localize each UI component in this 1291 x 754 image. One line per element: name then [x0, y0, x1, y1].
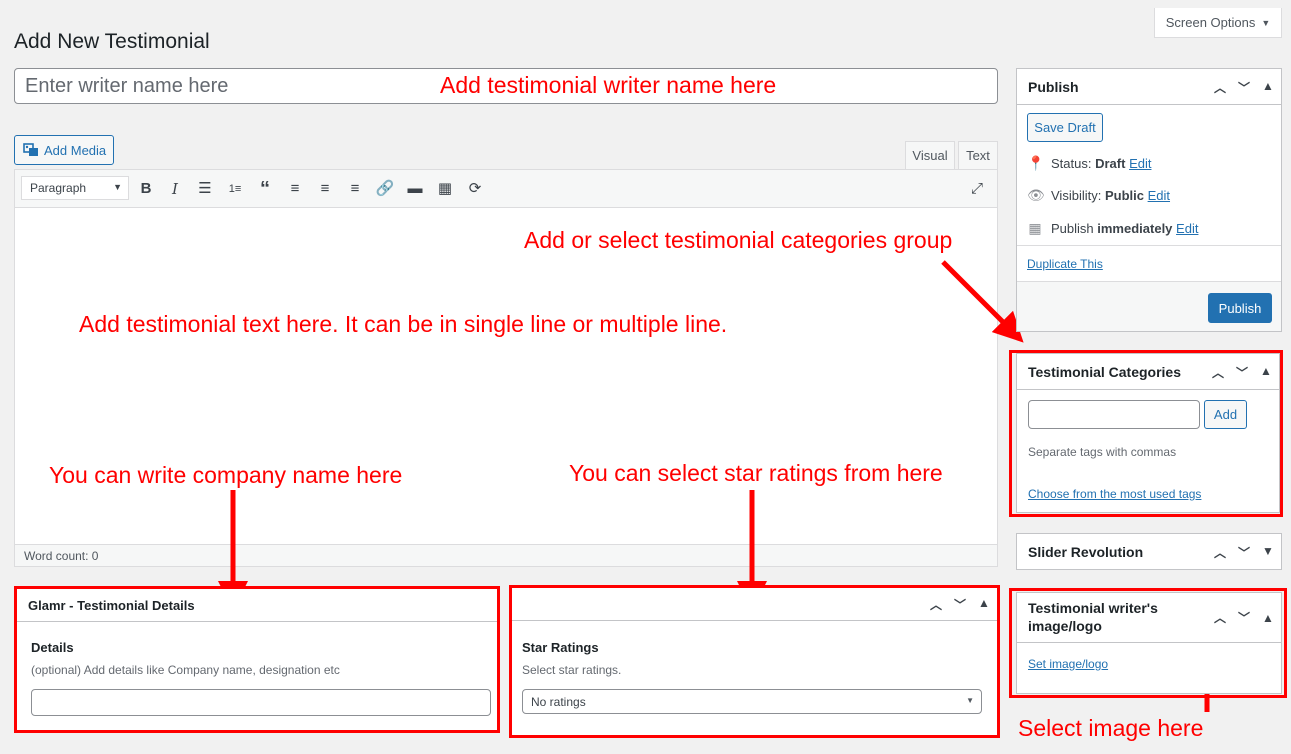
eye-icon: 👁	[1027, 187, 1045, 203]
collapse-toggle-icon[interactable]: ▲	[1261, 79, 1275, 96]
chevron-down-icon[interactable]: ﹀	[1237, 609, 1251, 627]
visibility-value: Public	[1104, 188, 1144, 203]
chevron-up-icon[interactable]: ︿	[1213, 79, 1227, 96]
publish-box-title: Publish	[1028, 78, 1079, 95]
chevron-up-icon[interactable]: ︿	[929, 596, 943, 613]
choose-tags-link[interactable]: Choose from the most used tags	[1028, 487, 1201, 501]
schedule-row: ▦ Publish immediately Edit	[1027, 220, 1198, 237]
image-logo-title-line2: image/logo	[1028, 618, 1102, 634]
collapse-toggle-icon[interactable]: ▲	[977, 596, 991, 613]
chevron-up-icon[interactable]: ︿	[1213, 609, 1227, 627]
ratings-help: Select star ratings.	[522, 663, 622, 677]
status-value: Draft	[1095, 156, 1126, 171]
details-label: Details	[31, 640, 74, 655]
chevron-down-icon[interactable]: ﹀	[1235, 364, 1249, 381]
publish-actions: Publish	[1017, 281, 1281, 331]
ratings-select[interactable]: No ratings ▼	[522, 689, 982, 714]
calendar-icon: ▦	[1028, 220, 1042, 236]
image-logo-title-line1: Testimonial writer's	[1028, 600, 1158, 616]
publish-box-header: Publish ︿ ﹀ ▲	[1017, 69, 1281, 105]
collapse-toggle-icon[interactable]: ▲	[1259, 364, 1273, 381]
save-draft-button[interactable]: Save Draft	[1027, 113, 1103, 142]
slider-revolution-header[interactable]: Slider Revolution ︿ ﹀ ▼	[1017, 534, 1281, 569]
ratings-select-value: No ratings	[531, 695, 586, 709]
categories-box: Testimonial Categories ︿ ﹀ ▲ Add Separat…	[1016, 353, 1280, 513]
status-label: Status:	[1051, 156, 1092, 171]
status-row: 📍 Status: Draft Edit	[1027, 155, 1151, 172]
categories-box-header: Testimonial Categories ︿ ﹀ ▲	[1017, 354, 1279, 390]
collapse-toggle-icon[interactable]: ▲	[1261, 609, 1275, 627]
schedule-edit-link[interactable]: Edit	[1176, 221, 1198, 236]
ratings-box-header: ︿ ﹀ ▲	[512, 588, 997, 621]
visibility-label: Visibility:	[1051, 188, 1102, 203]
slider-revolution-box: Slider Revolution ︿ ﹀ ▼	[1016, 533, 1282, 570]
set-image-link[interactable]: Set image/logo	[1028, 657, 1108, 671]
details-box-header: Glamr - Testimonial Details	[17, 589, 497, 622]
publish-label: Publish	[1051, 221, 1094, 236]
divider	[1017, 245, 1281, 246]
publish-button[interactable]: Publish	[1208, 293, 1272, 323]
new-category-input[interactable]	[1028, 400, 1200, 429]
publish-value: immediately	[1097, 221, 1173, 236]
details-help: (optional) Add details like Company name…	[31, 663, 340, 677]
expand-toggle-icon[interactable]: ▼	[1261, 544, 1275, 561]
details-input[interactable]	[31, 689, 491, 716]
chevron-down-icon[interactable]: ﹀	[953, 596, 967, 613]
categories-box-title: Testimonial Categories	[1028, 363, 1182, 380]
add-category-button[interactable]: Add	[1204, 400, 1247, 429]
visibility-edit-link[interactable]: Edit	[1148, 188, 1170, 203]
status-edit-link[interactable]: Edit	[1129, 156, 1151, 171]
categories-help: Separate tags with commas	[1028, 445, 1177, 459]
ratings-box: ︿ ﹀ ▲ Star Ratings Select star ratings. …	[512, 588, 997, 735]
image-logo-box: Testimonial writer's image/logo ︿ ﹀ ▲ Se…	[1016, 592, 1282, 694]
details-box: Glamr - Testimonial Details Details (opt…	[17, 589, 497, 730]
publish-box: Publish ︿ ﹀ ▲ Save Draft 📍 Status: Draft…	[1016, 68, 1282, 332]
slider-revolution-title: Slider Revolution	[1028, 543, 1144, 560]
pin-icon: 📍	[1027, 155, 1045, 171]
chevron-down-icon[interactable]: ﹀	[1237, 79, 1251, 96]
visibility-row: 👁 Visibility: Public Edit	[1027, 187, 1170, 204]
chevron-up-icon[interactable]: ︿	[1213, 544, 1227, 561]
chevron-down-icon[interactable]: ﹀	[1237, 544, 1251, 561]
duplicate-link[interactable]: Duplicate This	[1027, 257, 1103, 271]
arrow-categories	[941, 260, 1024, 343]
image-logo-header: Testimonial writer's image/logo ︿ ﹀ ▲	[1017, 593, 1281, 643]
ratings-label: Star Ratings	[522, 640, 599, 655]
chevron-up-icon[interactable]: ︿	[1211, 364, 1225, 381]
caret-down-icon: ▼	[966, 696, 974, 705]
details-box-title: Glamr - Testimonial Details	[28, 597, 195, 613]
